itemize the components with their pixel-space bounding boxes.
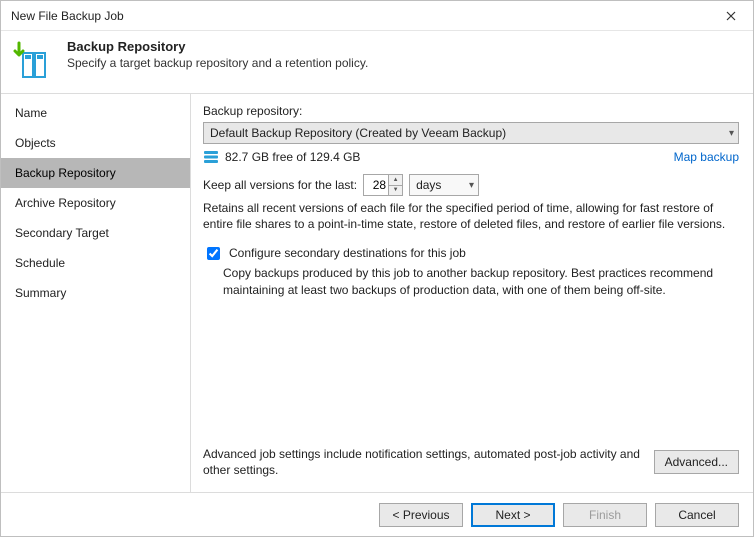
map-backup-link[interactable]: Map backup bbox=[674, 150, 739, 164]
wizard-footer: < Previous Next > Finish Cancel bbox=[1, 492, 753, 536]
page-title: Backup Repository bbox=[67, 39, 368, 54]
sidebar-item-backup-repository[interactable]: Backup Repository bbox=[1, 158, 190, 188]
repo-selected-value: Default Backup Repository (Created by Ve… bbox=[210, 126, 506, 140]
wizard-body: Name Objects Backup Repository Archive R… bbox=[1, 93, 753, 492]
previous-button[interactable]: < Previous bbox=[379, 503, 463, 527]
free-space-row: 82.7 GB free of 129.4 GB Map backup bbox=[203, 150, 739, 164]
spinner-up-icon[interactable]: ▲ bbox=[389, 175, 402, 186]
secondary-destination-checkbox[interactable] bbox=[207, 247, 220, 260]
repo-label: Backup repository: bbox=[203, 104, 739, 118]
wizard-steps-sidebar: Name Objects Backup Repository Archive R… bbox=[1, 94, 191, 492]
secondary-destination-row: Configure secondary destinations for thi… bbox=[203, 246, 739, 263]
keep-unit-value: days bbox=[416, 178, 441, 192]
advanced-button[interactable]: Advanced... bbox=[654, 450, 739, 474]
storage-icon bbox=[203, 150, 219, 164]
keep-value-spinner[interactable]: ▲ ▼ bbox=[363, 174, 403, 196]
keep-value-input[interactable] bbox=[364, 175, 388, 195]
sidebar-item-secondary-target[interactable]: Secondary Target bbox=[1, 218, 190, 248]
repo-dropdown[interactable]: Default Backup Repository (Created by Ve… bbox=[203, 122, 739, 144]
retention-description: Retains all recent versions of each file… bbox=[203, 200, 739, 232]
secondary-destination-description: Copy backups produced by this job to ano… bbox=[223, 265, 739, 297]
wizard-header: Backup Repository Specify a target backu… bbox=[1, 31, 753, 93]
page-subtitle: Specify a target backup repository and a… bbox=[67, 56, 368, 70]
sidebar-item-schedule[interactable]: Schedule bbox=[1, 248, 190, 278]
window-title: New File Backup Job bbox=[11, 9, 124, 23]
close-icon bbox=[726, 11, 736, 21]
advanced-description: Advanced job settings include notificati… bbox=[203, 446, 644, 478]
sidebar-item-archive-repository[interactable]: Archive Repository bbox=[1, 188, 190, 218]
keep-unit-dropdown[interactable]: days ▾ bbox=[409, 174, 479, 196]
spinner-down-icon[interactable]: ▼ bbox=[389, 186, 402, 196]
chevron-down-icon: ▾ bbox=[469, 180, 474, 191]
retention-row: Keep all versions for the last: ▲ ▼ days… bbox=[203, 174, 739, 196]
content-panel: Backup repository: Default Backup Reposi… bbox=[191, 94, 753, 492]
finish-button: Finish bbox=[563, 503, 647, 527]
next-button[interactable]: Next > bbox=[471, 503, 555, 527]
chevron-down-icon: ▾ bbox=[729, 128, 734, 139]
sidebar-item-name[interactable]: Name bbox=[1, 98, 190, 128]
advanced-area: Advanced job settings include notificati… bbox=[203, 446, 739, 484]
titlebar: New File Backup Job bbox=[1, 1, 753, 31]
sidebar-item-objects[interactable]: Objects bbox=[1, 128, 190, 158]
repository-icon bbox=[13, 39, 55, 81]
secondary-destination-label: Configure secondary destinations for thi… bbox=[229, 246, 466, 260]
cancel-button[interactable]: Cancel bbox=[655, 503, 739, 527]
wizard-window: New File Backup Job Backup Repository Sp… bbox=[0, 0, 754, 537]
free-space-text: 82.7 GB free of 129.4 GB bbox=[225, 150, 668, 164]
keep-label: Keep all versions for the last: bbox=[203, 178, 357, 192]
sidebar-item-summary[interactable]: Summary bbox=[1, 278, 190, 308]
close-button[interactable] bbox=[709, 1, 753, 31]
